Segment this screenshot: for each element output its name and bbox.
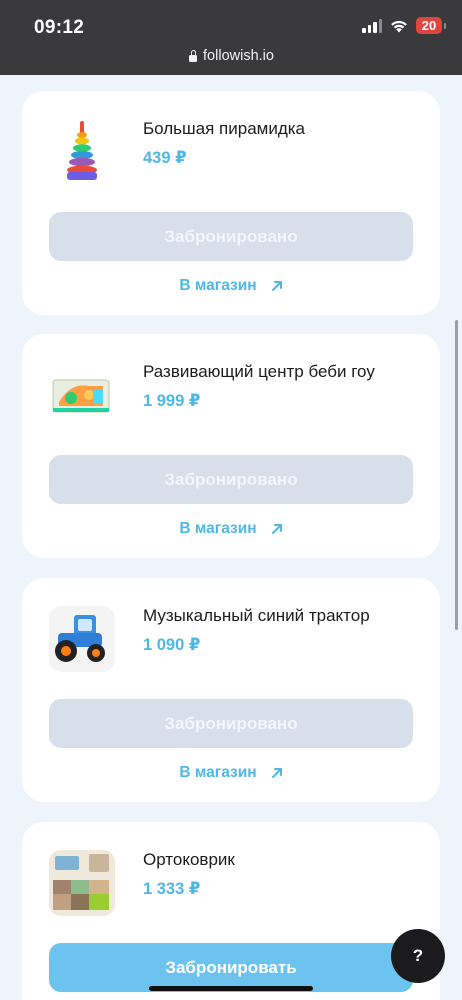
wishlist-item-card: Музыкальный синий трактор 1 090 ₽ Заброн… (22, 578, 440, 802)
reserve-button[interactable]: Забронировать (49, 943, 413, 992)
item-price: 439 ₽ (143, 149, 187, 167)
shop-link-label: В магазин (179, 277, 257, 294)
product-image-activity-center (49, 362, 115, 428)
wishlist-item-card: Большая пирамидка 439 ₽ Забронировано В … (22, 91, 440, 315)
wishlist-item-card: Развивающий центр беби гоу 1 999 ₽ Забро… (22, 334, 440, 558)
reserved-button[interactable]: Забронировано (49, 699, 413, 748)
wishlist-content: Большая пирамидка 439 ₽ Забронировано В … (0, 75, 462, 1000)
shop-link-label: В магазин (179, 764, 257, 781)
item-title: Большая пирамидка (143, 119, 306, 138)
product-image-tractor (49, 606, 115, 672)
address-bar[interactable]: followish.io (0, 48, 462, 64)
product-image-pyramid (49, 119, 115, 185)
url-text: followish.io (203, 48, 274, 64)
shop-link-label: В магазин (179, 520, 257, 537)
status-time: 09:12 (34, 17, 85, 38)
reserved-button[interactable]: Забронировано (49, 455, 413, 504)
status-bar: 09:12 20 followish.io (0, 0, 462, 75)
shop-link[interactable]: В магазин (22, 520, 440, 538)
item-price: 1 999 ₽ (143, 392, 201, 410)
item-title: Развивающий центр беби гоу (143, 362, 375, 381)
item-price: 1 333 ₽ (143, 880, 201, 898)
status-icons: 20 (362, 17, 446, 34)
item-price: 1 090 ₽ (143, 636, 201, 654)
arrow-up-right-icon (271, 768, 282, 778)
product-image-ortho-mat (49, 850, 115, 916)
battery-icon: 20 (416, 17, 446, 34)
signal-icon (362, 18, 382, 33)
shop-link[interactable]: В магазин (22, 277, 440, 295)
item-title: Ортоковрик (143, 850, 235, 869)
lock-icon (188, 50, 198, 62)
wishlist-item-card: Ортоковрик 1 333 ₽ Забронировать (22, 822, 440, 1000)
arrow-up-right-icon (271, 281, 282, 291)
item-title: Музыкальный синий трактор (143, 606, 370, 625)
scrollbar[interactable] (455, 320, 458, 630)
help-button[interactable]: ? (391, 929, 445, 983)
shop-link[interactable]: В магазин (22, 764, 440, 782)
home-indicator (149, 986, 313, 991)
reserved-button[interactable]: Забронировано (49, 212, 413, 261)
wifi-icon (391, 20, 407, 32)
arrow-up-right-icon (271, 524, 282, 534)
